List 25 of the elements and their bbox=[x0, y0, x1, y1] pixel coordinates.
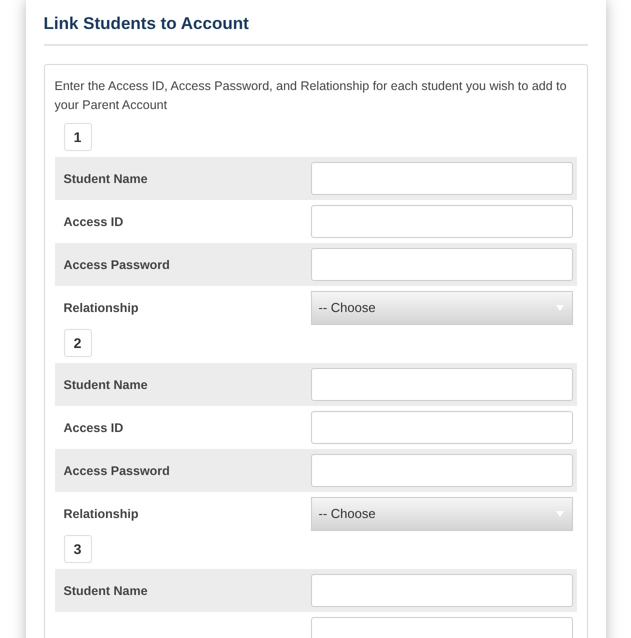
text-field[interactable] bbox=[310, 162, 572, 195]
field-label: Student Name bbox=[64, 584, 149, 598]
text-field[interactable] bbox=[310, 454, 572, 487]
text-field[interactable] bbox=[310, 411, 572, 444]
field-label: Access ID bbox=[64, 420, 124, 434]
caret-icon bbox=[556, 510, 564, 516]
relationship-dropdown[interactable]: -- Choose bbox=[310, 496, 572, 530]
text-field[interactable] bbox=[310, 248, 572, 281]
relationship-dropdown[interactable]: -- Choose bbox=[310, 290, 572, 324]
caret-icon bbox=[556, 304, 564, 310]
text-field[interactable] bbox=[310, 205, 572, 238]
field-label: Access Password bbox=[64, 258, 171, 272]
student-number: 3 bbox=[64, 535, 92, 563]
field-label: Student Name bbox=[64, 172, 149, 186]
text-field[interactable] bbox=[310, 574, 572, 607]
page-title: Link Students to Account bbox=[44, 0, 588, 46]
field-label: Relationship bbox=[64, 300, 140, 314]
field-label: Access ID bbox=[64, 214, 124, 228]
field-label: Relationship bbox=[64, 506, 140, 520]
instructions-text: Enter the Access ID, Access Password, and Relationship for each student you wish to add to your Parent Account bbox=[54, 78, 568, 114]
text-field[interactable] bbox=[310, 368, 572, 401]
field-label: Student Name bbox=[64, 378, 149, 392]
student-number: 1 bbox=[64, 123, 92, 151]
field-label: Access Password bbox=[64, 464, 171, 478]
student-number: 2 bbox=[64, 329, 92, 357]
